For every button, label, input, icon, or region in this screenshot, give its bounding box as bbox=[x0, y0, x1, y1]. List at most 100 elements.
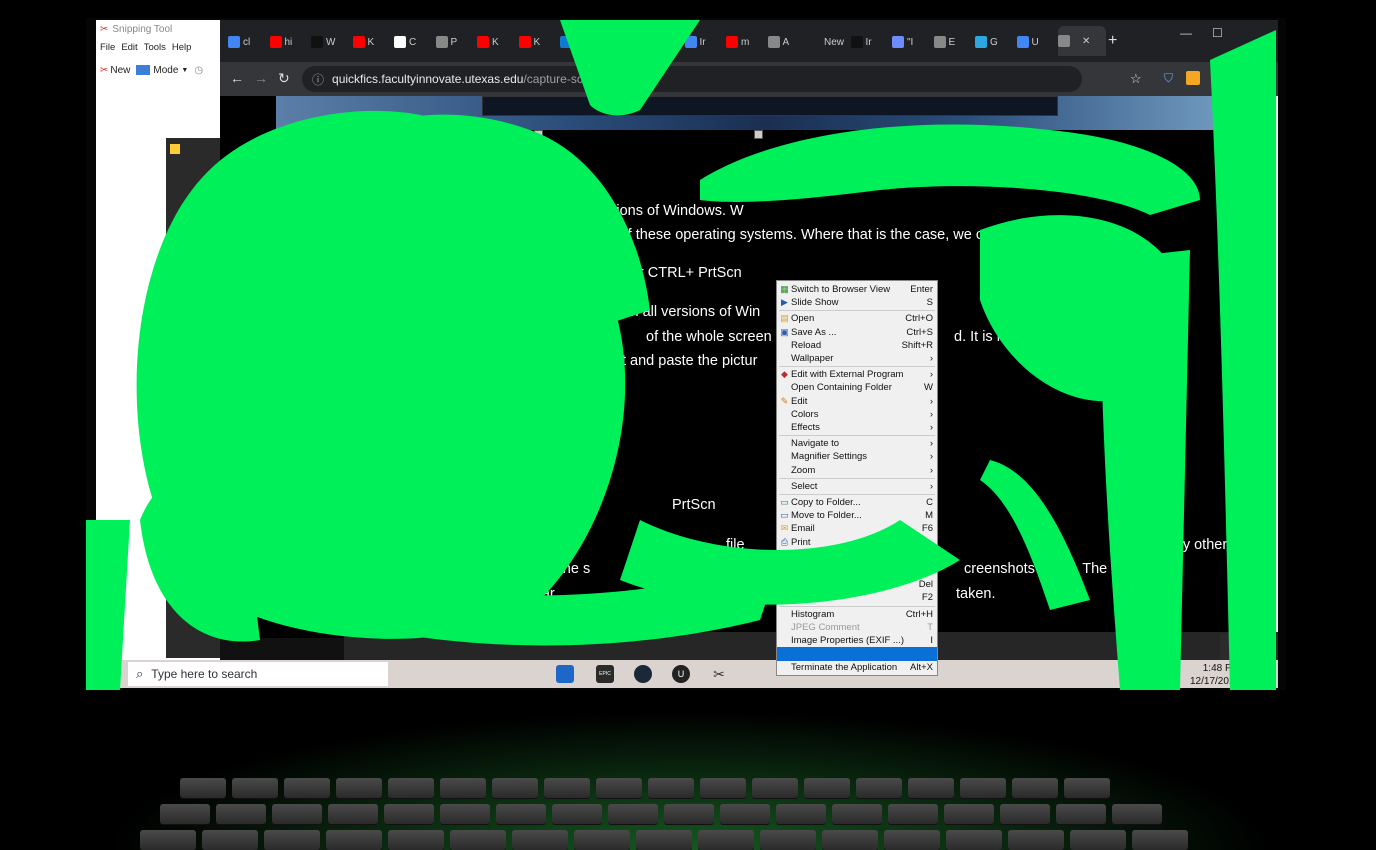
tab-close-icon[interactable]: ✕ bbox=[1082, 36, 1090, 47]
browser-tab[interactable]: P bbox=[435, 30, 476, 54]
context-menu-item[interactable]: ▤ Open Ctrl+O bbox=[777, 312, 937, 325]
browser-tab[interactable]: New bbox=[809, 30, 849, 54]
menu-file[interactable]: File bbox=[100, 42, 115, 53]
tab-label: E bbox=[948, 36, 956, 48]
context-menu-item[interactable]: Terminate the Application Alt+X bbox=[777, 661, 937, 674]
browser-tab[interactable]: U bbox=[1016, 30, 1057, 54]
browser-tab[interactable]: K bbox=[477, 30, 517, 54]
context-menu-item[interactable]: Image Properties (EXIF ...) I bbox=[777, 634, 937, 647]
tray-chevron-up-icon[interactable]: ︿ bbox=[1124, 667, 1134, 682]
mode-button[interactable]: Mode ▼ bbox=[136, 65, 188, 76]
context-menu-item[interactable]: ▣ Save As ... Ctrl+S bbox=[777, 326, 937, 339]
tab-label: G bbox=[990, 36, 998, 48]
context-menu-item[interactable]: ◆ Edit with External Program › bbox=[777, 368, 937, 381]
context-menu-item[interactable]: Zoom › bbox=[777, 464, 937, 477]
browser-tab[interactable]: G bbox=[975, 30, 1015, 54]
context-menu-item[interactable]: Wallpaper › bbox=[777, 352, 937, 365]
context-menu-item[interactable]: Copy Image Ctrl+C bbox=[777, 552, 937, 565]
keyboard-key bbox=[388, 830, 444, 850]
context-menu-item[interactable]: Histogram Ctrl+H bbox=[777, 608, 937, 621]
menu-item-label: Paste Image bbox=[791, 566, 845, 577]
context-menu-item[interactable]: Colors › bbox=[777, 408, 937, 421]
context-menu-item[interactable]: A Rename F2 bbox=[777, 591, 937, 604]
forward-icon[interactable]: → bbox=[254, 70, 268, 86]
new-tab-button[interactable]: + bbox=[1108, 32, 1117, 50]
reload-icon[interactable]: ↻ bbox=[278, 70, 290, 87]
context-menu-item[interactable]: JPEG Comment T bbox=[777, 621, 937, 634]
tab-label: P bbox=[450, 36, 458, 48]
context-menu-item[interactable]: Reload Shift+R bbox=[777, 339, 937, 352]
keyboard-key bbox=[1008, 830, 1064, 850]
menu-item-shortcut: › bbox=[929, 438, 933, 450]
menu-help[interactable]: Help bbox=[172, 42, 192, 53]
browser-tab[interactable]: Ir bbox=[684, 30, 725, 54]
browser-tab[interactable]: A bbox=[767, 30, 808, 54]
browser-tab[interactable]: K bbox=[518, 30, 559, 54]
browser-tab[interactable]: ✕ bbox=[1058, 26, 1106, 56]
context-menu-item[interactable]: Paste Image Ctrl+V bbox=[777, 565, 937, 578]
browser-tab[interactable]: hi bbox=[269, 30, 310, 54]
context-menu-item[interactable]: ✉ Email F6 bbox=[777, 522, 937, 535]
browser-tab[interactable]: T bbox=[643, 30, 683, 54]
browser-tab[interactable]: m bbox=[726, 30, 766, 54]
context-menu-item[interactable]: ⎙ Print › bbox=[777, 536, 937, 549]
resize-handle[interactable] bbox=[534, 130, 543, 139]
context-menu-item[interactable]: Effects › bbox=[777, 421, 937, 434]
notification-icon[interactable]: 1 bbox=[1250, 666, 1266, 682]
shield-extension-icon[interactable]: ⛉ bbox=[1164, 71, 1178, 85]
tab-favicon-icon bbox=[684, 36, 697, 48]
browser-tab[interactable]: W bbox=[311, 30, 351, 54]
context-menu-item[interactable]: Navigate to › bbox=[777, 437, 937, 450]
back-icon[interactable]: ← bbox=[230, 70, 244, 86]
browser-tab[interactable]: Ir bbox=[850, 30, 891, 54]
browser-tab[interactable]: C bbox=[394, 30, 434, 54]
open-icon: ▤ bbox=[780, 313, 789, 324]
epic-games-icon[interactable]: EPIC GAMES bbox=[596, 665, 614, 683]
menu-item-shortcut: C bbox=[926, 497, 933, 508]
address-bar[interactable]: ⓘ quickfics.facultyinnovate.utexas.edu /… bbox=[302, 66, 1082, 92]
context-menu-item[interactable]: ▭ Move to Folder... M bbox=[777, 509, 937, 522]
context-menu-item[interactable]: ✕ Delete Del bbox=[777, 578, 937, 591]
new-snip-button[interactable]: ✂ New bbox=[100, 65, 130, 76]
highlighted-menu-row[interactable] bbox=[777, 647, 937, 662]
keyboard-key bbox=[328, 804, 378, 824]
tab-favicon-icon bbox=[228, 36, 240, 48]
delete-icon: ✕ bbox=[780, 579, 789, 590]
context-menu-item[interactable]: ▭ Copy to Folder... C bbox=[777, 496, 937, 509]
unreal-engine-icon[interactable]: U bbox=[672, 665, 690, 683]
delay-clock-icon[interactable]: ◷ bbox=[194, 65, 203, 76]
keyboard-key bbox=[698, 830, 754, 850]
taskbar-clock[interactable]: 1:48 PM 12/17/2019 bbox=[1190, 662, 1240, 688]
info-icon[interactable]: ⓘ bbox=[312, 71, 324, 88]
context-menu-item[interactable]: Open Containing Folder W bbox=[777, 381, 937, 394]
browser-tab[interactable]: C bbox=[560, 30, 600, 54]
taskbar-search-box[interactable]: ⌕ Type here to search bbox=[128, 662, 388, 686]
menu-tools[interactable]: Tools bbox=[144, 42, 166, 53]
menu-edit[interactable]: Edit bbox=[121, 42, 137, 53]
context-menu-item[interactable]: ✎ Edit › bbox=[777, 395, 937, 408]
context-menu-item[interactable]: ▶ Slide Show S bbox=[777, 296, 937, 309]
browser-tab[interactable]: Jc bbox=[601, 30, 642, 54]
tab-label: "I bbox=[907, 36, 914, 48]
context-menu-item[interactable]: ▦ Switch to Browser View Enter bbox=[777, 283, 937, 296]
context-menu-item[interactable]: Select › bbox=[777, 480, 937, 493]
page-scrollbar[interactable]: ▼ bbox=[1264, 96, 1278, 638]
steam-icon[interactable] bbox=[634, 665, 652, 683]
resize-handle[interactable] bbox=[754, 130, 763, 139]
browser-tab[interactable]: E bbox=[933, 30, 974, 54]
scissors-icon: ✂ bbox=[100, 24, 109, 35]
browser-tab[interactable]: "I bbox=[892, 30, 932, 54]
keyboard-key bbox=[284, 778, 330, 798]
store-icon[interactable] bbox=[556, 665, 574, 683]
browser-tab[interactable]: K bbox=[352, 30, 393, 54]
rss-extension-icon[interactable] bbox=[1186, 71, 1200, 85]
minimize-icon[interactable]: — bbox=[1180, 26, 1192, 40]
keyboard-key bbox=[492, 778, 538, 798]
menu-item-label: Move to Folder... bbox=[791, 510, 862, 522]
context-menu-item[interactable]: Magnifier Settings › bbox=[777, 450, 937, 463]
browser-tab[interactable]: cl bbox=[228, 30, 268, 54]
laptop-screen: ✂ Snipping Tool File Edit Tools Help ✂ N… bbox=[96, 20, 1278, 688]
bookmark-star-icon[interactable]: ☆ bbox=[1130, 71, 1142, 87]
maximize-icon[interactable]: ☐ bbox=[1212, 26, 1223, 40]
snipping-tool-taskbar-icon[interactable]: ✂ bbox=[710, 665, 728, 683]
